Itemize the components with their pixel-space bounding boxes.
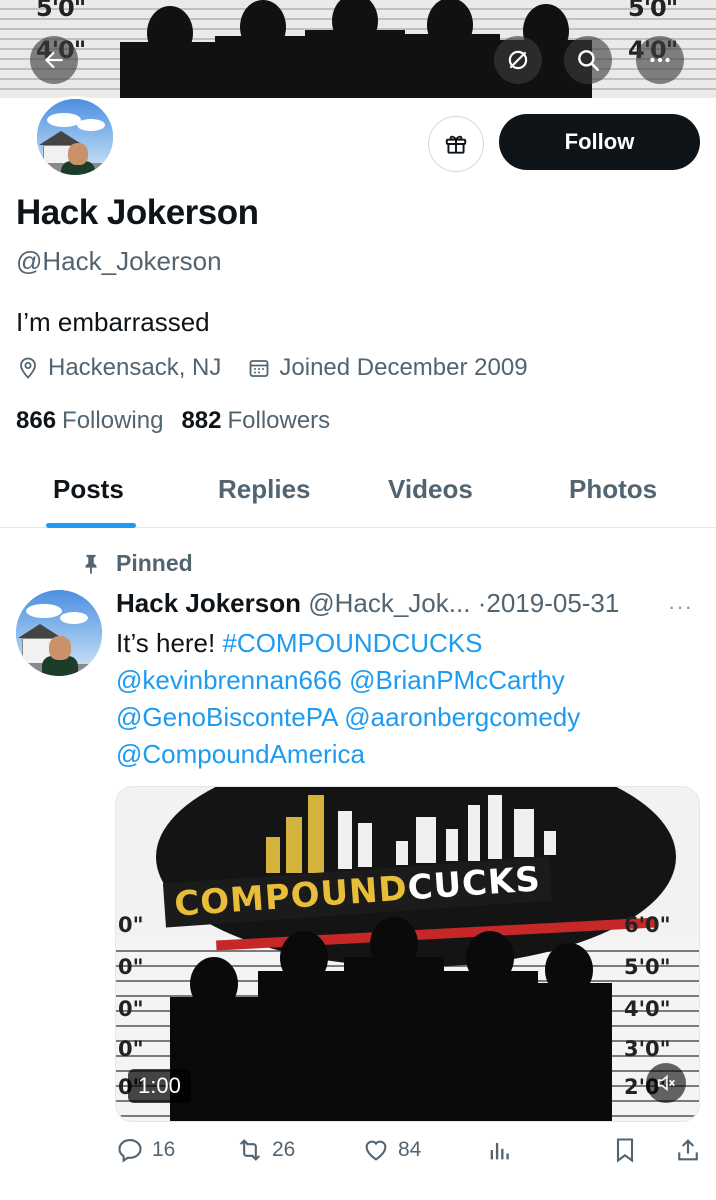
post-author-handle[interactable]: @Hack_Jok...	[308, 588, 470, 618]
banner-silhouette	[215, 0, 311, 98]
follow-button[interactable]: Follow	[499, 114, 700, 170]
followers-count: 882	[181, 407, 222, 434]
video-mark-left: 0"	[118, 913, 144, 937]
location-pin-icon	[20, 357, 36, 379]
banner-silhouette	[400, 0, 500, 98]
reply-button[interactable]: 16	[116, 1136, 175, 1164]
repost-count: 26	[272, 1138, 296, 1161]
repost-button[interactable]: 26	[236, 1136, 295, 1164]
video-silhouette	[526, 943, 612, 1121]
profile-joined-text: Joined December 2009	[279, 354, 528, 381]
mention-link[interactable]: @kevinbrennan666	[116, 665, 342, 695]
gift-button[interactable]	[428, 116, 484, 172]
video-mark-left: 0"	[118, 1037, 144, 1061]
video-silhouette	[442, 931, 538, 1121]
following-label: Following	[62, 407, 164, 434]
more-horizontal-icon	[650, 57, 670, 63]
analytics-button[interactable]	[486, 1136, 522, 1164]
profile-joined: Joined December 2009	[247, 354, 528, 382]
mention-link[interactable]: @BrianPMcCarthy	[349, 665, 565, 695]
calendar-icon	[249, 360, 269, 377]
heart-icon	[365, 1140, 387, 1161]
post-date[interactable]: 2019-05-31	[486, 588, 619, 618]
tab-replies[interactable]: Replies	[218, 474, 311, 505]
search-icon	[578, 50, 600, 72]
banner-mark-right-top: 5'0"	[628, 0, 678, 22]
profile-avatar[interactable]	[34, 96, 116, 178]
speaker-muted-icon	[657, 1074, 675, 1092]
followers-label: Followers	[227, 407, 331, 434]
banner-silhouette	[120, 6, 220, 98]
video-mark-left: 0"	[118, 997, 144, 1021]
search-button[interactable]	[564, 36, 612, 84]
mention-link[interactable]: @GenoBiscontePA	[116, 702, 337, 732]
profile-meta: Hackensack, NJ Joined December 2009	[16, 354, 554, 382]
tab-videos[interactable]: Videos	[388, 474, 473, 505]
video-mark-right: 3'0"	[624, 1037, 671, 1061]
profile-location-text: Hackensack, NJ	[48, 354, 222, 381]
video-mark-right: 6'0"	[624, 913, 671, 937]
reply-icon	[118, 1139, 142, 1163]
more-button[interactable]	[636, 36, 684, 84]
video-mark-right: 4'0"	[624, 997, 671, 1021]
post-actions: 16 26 84	[0, 1136, 716, 1176]
profile-handle: @Hack_Jokerson	[16, 246, 222, 276]
post-author-name[interactable]: Hack Jokerson	[116, 588, 301, 618]
mention-link[interactable]: @CompoundAmerica	[116, 739, 365, 769]
like-button[interactable]: 84	[362, 1136, 421, 1164]
post-author-avatar[interactable]	[16, 590, 102, 676]
analytics-icon	[490, 1143, 509, 1160]
like-count: 84	[398, 1138, 422, 1161]
arrow-left-icon	[44, 51, 63, 69]
active-tab-indicator	[46, 523, 136, 528]
video-mark-left: 0"	[118, 955, 144, 979]
video-silhouette	[170, 957, 258, 1121]
post-text-plain: It’s here!	[116, 628, 223, 658]
profile-bio: I’m embarrassed	[16, 307, 210, 337]
share-button[interactable]	[674, 1136, 710, 1164]
repost-icon	[239, 1139, 261, 1161]
profile-display-name: Hack Jokerson	[16, 193, 259, 232]
tab-posts[interactable]: Posts	[53, 474, 124, 505]
video-silhouette	[344, 917, 444, 1121]
pin-icon	[85, 554, 97, 574]
profile-location: Hackensack, NJ	[16, 354, 221, 382]
profile-counts: 866 Following 882 Followers	[16, 407, 348, 435]
video-mute-button[interactable]	[646, 1063, 686, 1103]
back-button[interactable]	[30, 36, 78, 84]
post-header: Hack Jokerson @Hack_Jok... ·2019-05-31	[116, 588, 619, 619]
gift-icon	[445, 135, 467, 154]
pinned-label: Pinned	[116, 550, 193, 576]
video-silhouette	[258, 931, 350, 1121]
bookmark-button[interactable]	[611, 1136, 647, 1164]
banner-silhouette	[305, 0, 405, 98]
reply-count: 16	[152, 1138, 176, 1161]
post-text: It’s here! #COMPOUNDCUCKS @kevinbrennan6…	[116, 625, 706, 773]
video-duration: 1:00	[128, 1069, 191, 1103]
video-title-part2: CUCKS	[406, 859, 543, 909]
hashtag-link[interactable]: #COMPOUNDCUCKS	[222, 628, 482, 658]
share-icon	[678, 1139, 698, 1161]
mute-profile-button[interactable]	[494, 36, 542, 84]
following-link[interactable]: 866 Following	[16, 407, 163, 435]
following-count: 866	[16, 407, 57, 434]
mention-link[interactable]: @aaronbergcomedy	[344, 702, 580, 732]
banner-mark-left-top: 5'0"	[36, 0, 86, 22]
circle-slash-icon	[508, 50, 528, 70]
bookmark-icon	[616, 1138, 634, 1163]
video-mark-right: 5'0"	[624, 955, 671, 979]
post-more-button[interactable]: ···	[668, 594, 693, 620]
profile-tabs: Posts Replies Videos Photos	[0, 460, 716, 528]
post-video[interactable]: COMPOUNDCUCKS 0" 0" 0" 0" 0" 6'0" 5'0" 4…	[115, 786, 700, 1122]
followers-link[interactable]: 882 Followers	[181, 407, 330, 435]
tab-photos[interactable]: Photos	[569, 474, 657, 505]
pinned-indicator: Pinned	[80, 550, 193, 577]
